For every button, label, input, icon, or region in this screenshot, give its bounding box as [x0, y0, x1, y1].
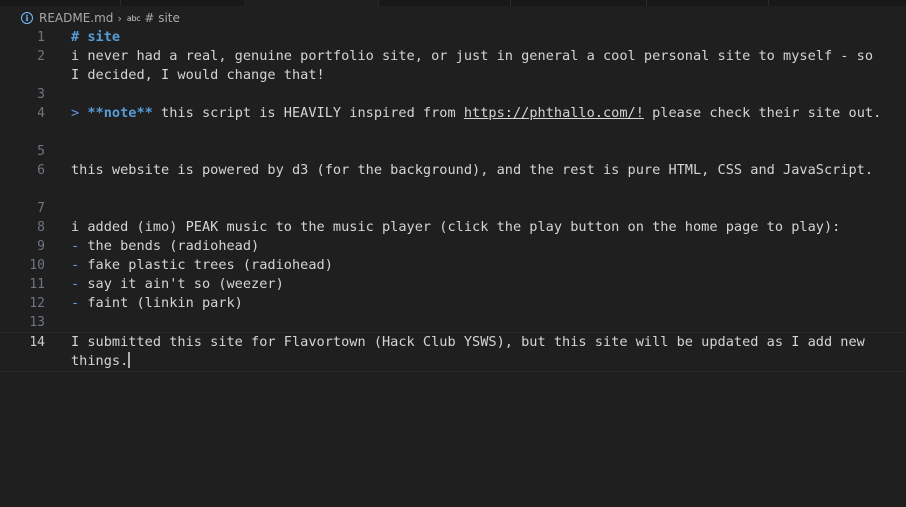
- list-marker: -: [71, 257, 80, 273]
- breadcrumb-symbol[interactable]: abc # site: [127, 11, 180, 25]
- editor[interactable]: 1 # site 2 i never had a real, genuine p…: [0, 28, 906, 372]
- code-line[interactable]: 8 i added (imo) PEAK music to the music …: [0, 218, 906, 237]
- line-number-active: 14: [29, 335, 45, 350]
- list-text: faint (linkin park): [79, 295, 243, 311]
- heading-text: site: [79, 29, 121, 45]
- line-content: I submitted this site for Flavortown (Ha…: [71, 333, 886, 371]
- line-content: - faint (linkin park): [71, 294, 886, 313]
- quote-marker: >: [71, 105, 80, 121]
- code-line[interactable]: 11 - say it ain't so (weezer): [0, 275, 906, 294]
- line-content: i added (imo) PEAK music to the music pl…: [71, 219, 841, 235]
- line-text: I submitted this site for Flavortown (Ha…: [71, 334, 874, 369]
- quote-text: this script is HEAVILY inspired from: [152, 105, 464, 121]
- list-marker: -: [71, 276, 80, 292]
- list-marker: -: [71, 295, 80, 311]
- line-number: 2: [37, 49, 45, 64]
- line-number: 9: [37, 239, 45, 254]
- line-number: 12: [29, 296, 45, 311]
- breadcrumb-file-label: README.md: [39, 11, 114, 25]
- line-number: 11: [29, 277, 45, 292]
- code-line[interactable]: 12 - faint (linkin park): [0, 294, 906, 313]
- breadcrumb-symbol-label: # site: [144, 11, 180, 25]
- quote-text-end: please check their site out.: [643, 105, 882, 121]
- breadcrumb: i README.md › abc # site: [0, 6, 906, 30]
- code-line[interactable]: 6 this website is powered by d3 (for the…: [0, 161, 906, 199]
- heading-marker: #: [71, 29, 80, 45]
- code-line[interactable]: 5: [0, 142, 906, 161]
- code-line-current[interactable]: 14 I submitted this site for Flavortown …: [0, 332, 906, 372]
- code-line[interactable]: 2 i never had a real, genuine portfolio …: [0, 47, 906, 85]
- chevron-right-icon: ›: [117, 11, 122, 25]
- line-number: 7: [37, 201, 45, 216]
- list-text: say it ain't so (weezer): [79, 276, 284, 292]
- code-line[interactable]: 9 - the bends (radiohead): [0, 237, 906, 256]
- code-line[interactable]: 10 - fake plastic trees (radiohead): [0, 256, 906, 275]
- list-text: the bends (radiohead): [79, 238, 260, 254]
- line-number: 13: [29, 315, 45, 330]
- line-content: - fake plastic trees (radiohead): [71, 256, 886, 275]
- quote-link[interactable]: https://phthallo.com/!: [464, 105, 644, 121]
- line-content: i never had a real, genuine portfolio si…: [71, 48, 882, 83]
- string-symbol-icon: abc: [126, 13, 141, 23]
- info-icon: i: [21, 12, 33, 24]
- line-number: 3: [37, 87, 45, 102]
- code-line[interactable]: 3: [0, 85, 906, 104]
- line-number: 4: [37, 106, 45, 121]
- line-number: 10: [29, 258, 45, 273]
- line-content: - the bends (radiohead): [71, 237, 886, 256]
- text-cursor: [128, 352, 131, 368]
- line-number: 6: [37, 163, 45, 178]
- line-content: > **note** this script is HEAVILY inspir…: [71, 104, 886, 123]
- line-number: 1: [37, 30, 45, 45]
- line-number: 8: [37, 220, 45, 235]
- line-content: - say it ain't so (weezer): [71, 275, 886, 294]
- code-line[interactable]: 7: [0, 199, 906, 218]
- list-text: fake plastic trees (radiohead): [79, 257, 333, 273]
- code-line[interactable]: 13: [0, 313, 906, 332]
- code-line[interactable]: 4 > **note** this script is HEAVILY insp…: [0, 104, 906, 142]
- breadcrumb-file[interactable]: i README.md: [0, 11, 113, 25]
- line-content: this website is powered by d3 (for the b…: [71, 162, 874, 178]
- line-number: 5: [37, 144, 45, 159]
- line-content: # site: [71, 28, 886, 47]
- code-line[interactable]: 1 # site: [0, 28, 906, 47]
- bold-note: **note**: [79, 105, 153, 121]
- list-marker: -: [71, 238, 80, 254]
